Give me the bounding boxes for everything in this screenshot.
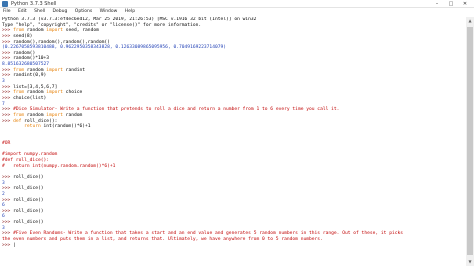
console-text: random bbox=[62, 112, 83, 118]
console-text: import bbox=[46, 67, 63, 73]
console-text: the even numbers and puts them in a list… bbox=[2, 236, 323, 242]
menu-bar: File Edit Shell Debug Options Window Hel… bbox=[0, 8, 474, 16]
console-text: (0.2267058593810488, 0.9622950358343828,… bbox=[2, 45, 227, 51]
console-text: randint(0,9) bbox=[13, 73, 47, 79]
console-text: 3 bbox=[2, 225, 5, 231]
console-text: from bbox=[13, 90, 25, 96]
console-text: 7 bbox=[2, 101, 5, 107]
shell-prompt: >>> bbox=[2, 28, 14, 34]
console-text: roll_dice() bbox=[13, 186, 44, 192]
shell-prompt: >>> bbox=[2, 231, 14, 237]
shell-prompt: >>> bbox=[2, 95, 14, 101]
console-text: 8.851632680507527 bbox=[2, 62, 50, 68]
console-text: seed, random bbox=[62, 28, 99, 34]
shell-prompt: >>> bbox=[2, 186, 14, 192]
shell-prompt: >>> bbox=[2, 197, 14, 203]
console-text: import bbox=[46, 90, 63, 96]
scroll-up-icon[interactable]: ▲ bbox=[466, 17, 474, 25]
console-text: import bbox=[46, 112, 63, 118]
console-text: 6 bbox=[2, 214, 5, 220]
menu-shell[interactable]: Shell bbox=[31, 8, 48, 16]
console-text: return bbox=[24, 124, 41, 130]
python-icon bbox=[2, 1, 8, 7]
console-text: #OR bbox=[2, 141, 11, 147]
shell-prompt: >>> bbox=[2, 220, 14, 226]
shell-prompt: >>> bbox=[2, 39, 14, 45]
console-text: #Dice Simulator- Write a function that p… bbox=[13, 107, 340, 113]
title-bar[interactable]: Python 3.7.3 Shell – □ ✕ bbox=[0, 0, 474, 8]
minimize-button[interactable]: – bbox=[430, 0, 444, 8]
console-text: seed(8) bbox=[13, 33, 33, 39]
console-text: Python 3.7.3 (v3.7.3:ef4ec6ed12, Mar 25 … bbox=[2, 17, 257, 22]
console-text: random(),random(),random(),random() bbox=[13, 39, 110, 45]
shell-console[interactable]: Python 3.7.3 (v3.7.3:ef4ec6ed12, Mar 25 … bbox=[2, 17, 464, 263]
window-controls: – □ ✕ bbox=[430, 0, 472, 8]
menu-debug[interactable]: Debug bbox=[50, 8, 71, 16]
menu-help[interactable]: Help bbox=[122, 8, 138, 16]
console-text: choice(list) bbox=[13, 95, 47, 101]
console-text: int(random()*6)+1 bbox=[40, 124, 91, 130]
console-text: random bbox=[24, 112, 47, 118]
console-text: roll_dice() bbox=[13, 174, 44, 180]
vertical-scrollbar[interactable]: ▲ ▼ bbox=[466, 17, 474, 266]
console-text: 3 bbox=[2, 79, 5, 85]
console-text: random()*10+3 bbox=[13, 56, 50, 62]
shell-prompt: >>> bbox=[2, 112, 14, 118]
close-button[interactable]: ✕ bbox=[458, 0, 472, 8]
shell-prompt: >>> bbox=[2, 242, 14, 248]
console-text: roll_dice() bbox=[13, 220, 44, 226]
window-title: Python 3.7.3 Shell bbox=[11, 1, 57, 7]
console-text: Type "help", "copyright", "credits" or "… bbox=[2, 22, 202, 28]
shell-prompt: >>> bbox=[2, 90, 14, 96]
console-text: 2 bbox=[2, 191, 5, 197]
console-text: choice bbox=[62, 90, 83, 96]
scrollbar-thumb[interactable] bbox=[467, 27, 473, 255]
console-text: random bbox=[24, 90, 47, 96]
shell-prompt: >>> bbox=[2, 107, 14, 113]
menu-window[interactable]: Window bbox=[97, 8, 121, 16]
shell-prompt: >>> bbox=[2, 118, 14, 124]
console-text: # return int(numpy.random.random()*6)+1 bbox=[2, 163, 116, 169]
console-text: random bbox=[24, 28, 47, 34]
shell-prompt: >>> bbox=[2, 73, 14, 79]
console-text: 3 bbox=[2, 180, 5, 186]
console-text: #Five Even Randoms- Write a function tha… bbox=[13, 231, 404, 237]
console-text: from bbox=[13, 28, 25, 34]
menu-file[interactable]: File bbox=[0, 8, 14, 16]
console-text: from bbox=[13, 112, 25, 118]
console-text: roll_dice() bbox=[13, 208, 44, 214]
scroll-down-icon[interactable]: ▼ bbox=[466, 258, 474, 266]
shell-prompt: >>> bbox=[2, 33, 14, 39]
console-text: 6 bbox=[2, 203, 5, 209]
maximize-button[interactable]: □ bbox=[444, 0, 458, 8]
menu-options[interactable]: Options bbox=[72, 8, 95, 16]
console-text: list=[3,4,5,6,7] bbox=[13, 84, 58, 90]
console-text: | bbox=[13, 242, 16, 248]
console-text: randint bbox=[62, 67, 86, 73]
console-text: #import numpy.random bbox=[2, 152, 58, 158]
shell-prompt: >>> bbox=[2, 56, 14, 62]
idle-shell-window: Python 3.7.3 Shell – □ ✕ File Edit Shell… bbox=[0, 0, 474, 266]
console-text: roll_dice(): bbox=[21, 118, 58, 124]
shell-prompt: >>> bbox=[2, 174, 14, 180]
shell-prompt: >>> bbox=[2, 84, 14, 90]
menu-edit[interactable]: Edit bbox=[15, 8, 30, 16]
console-text: roll_dice() bbox=[13, 197, 44, 203]
console-text: #def roll_dice(): bbox=[2, 158, 50, 164]
console-line: >>> | bbox=[2, 243, 464, 249]
console-text: import bbox=[46, 28, 63, 34]
